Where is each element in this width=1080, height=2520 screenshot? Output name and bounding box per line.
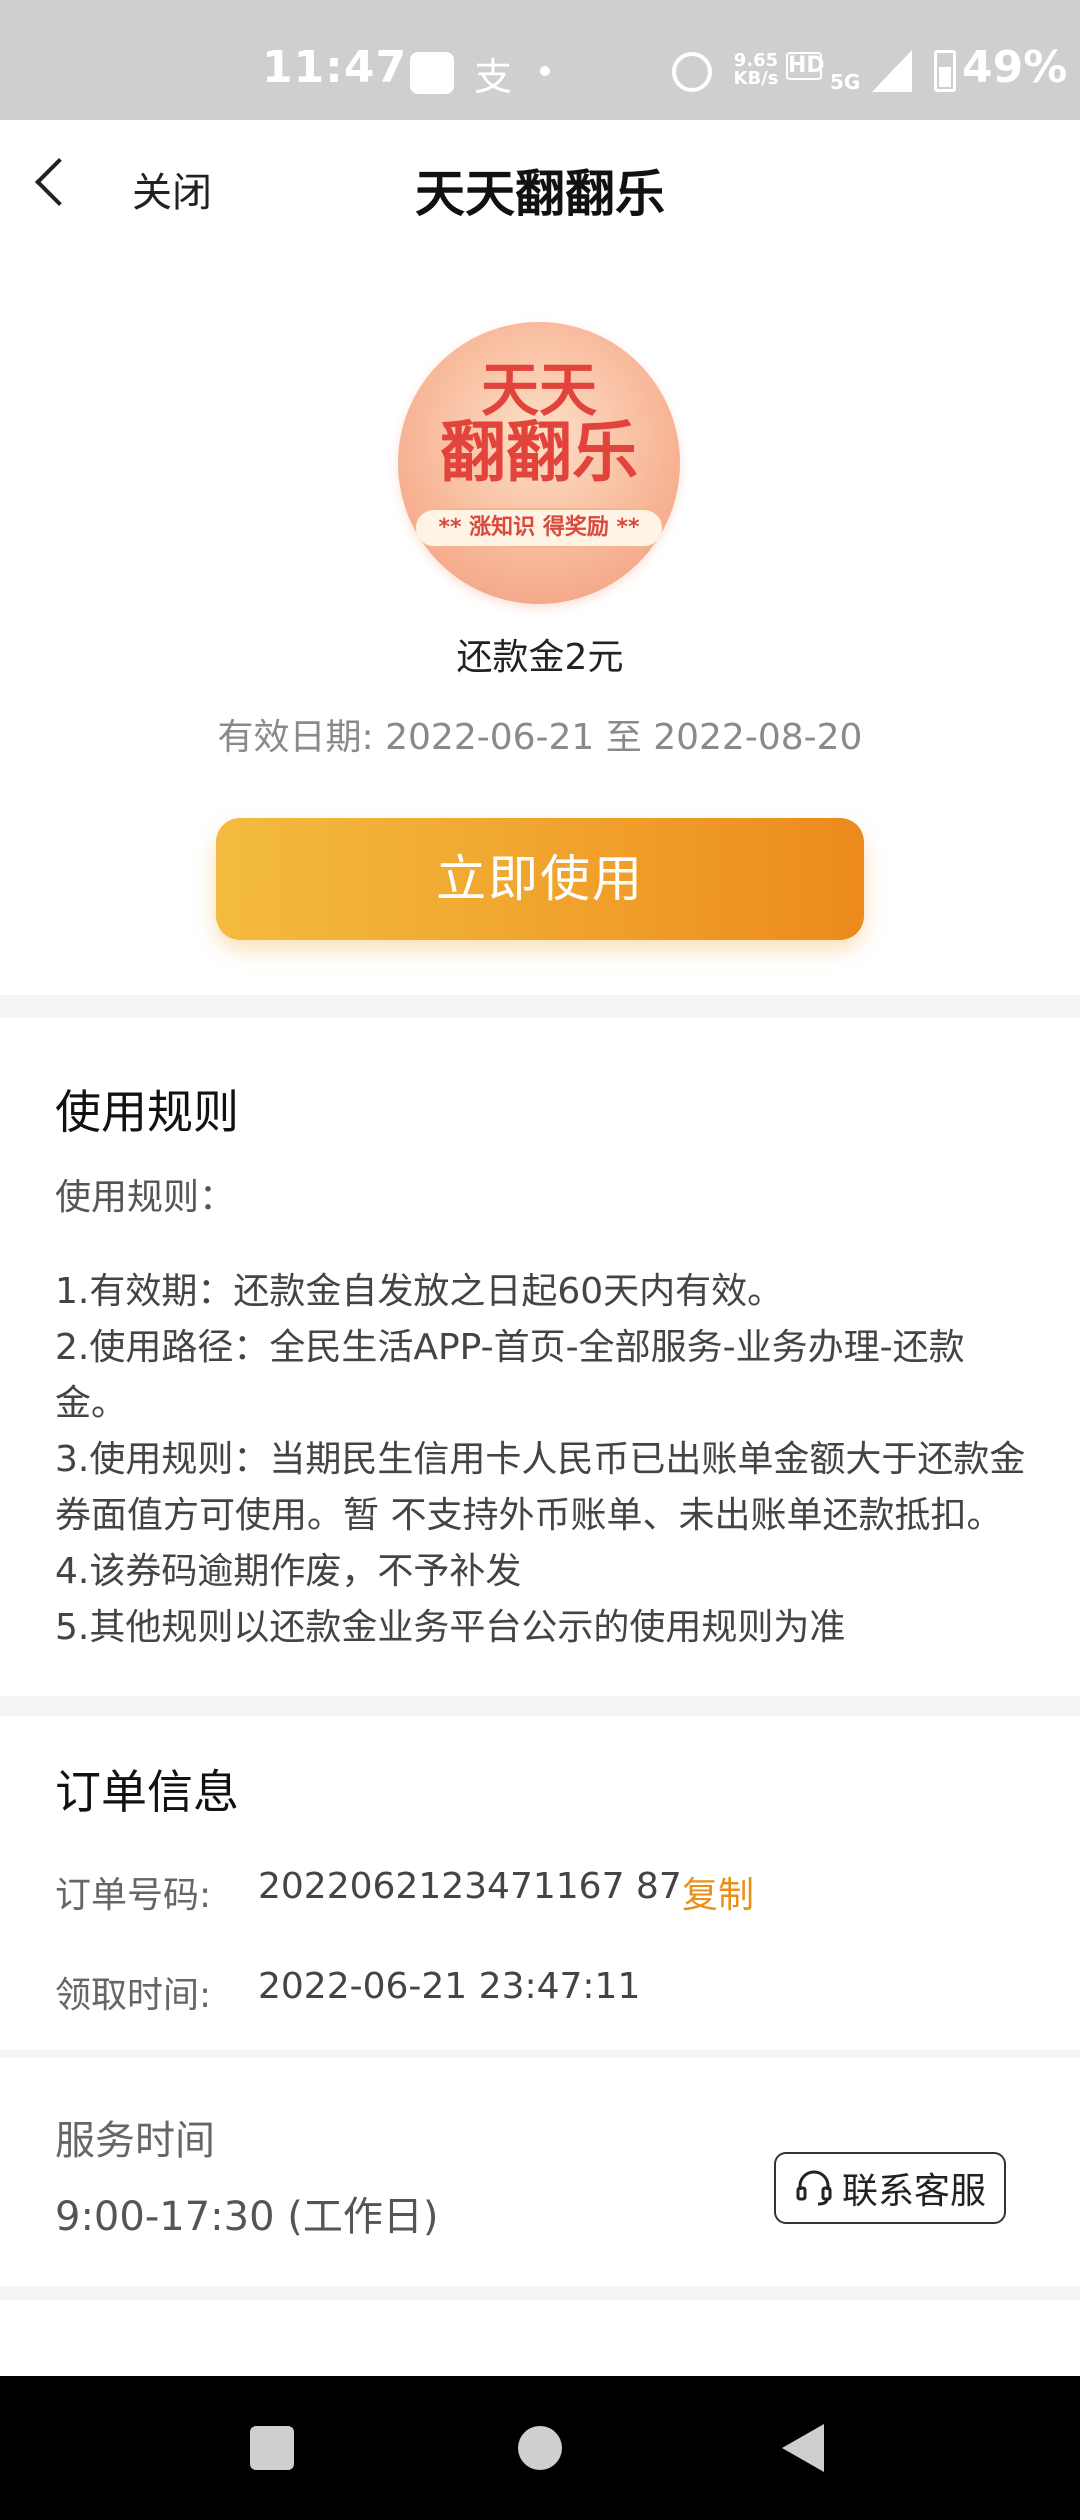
- bottom-spacer: [0, 2300, 1080, 2376]
- more-notifications-dot-icon: [540, 66, 550, 76]
- coupon-name: 还款金2元: [456, 637, 624, 678]
- network-type: 5G: [830, 70, 861, 94]
- use-now-button[interactable]: 立即使用: [216, 818, 864, 940]
- page: 11:47 支 9.65 KB/s HD 5G 49% 关闭 天天翻翻乐 天天 …: [0, 0, 1080, 2520]
- back-icon[interactable]: [782, 2424, 824, 2472]
- order-number-label: 订单号码:: [55, 1875, 212, 1916]
- badge-title-line1: 天天: [480, 356, 597, 424]
- recent-apps-icon[interactable]: [250, 2426, 294, 2470]
- header-nav: 关闭 天天翻翻乐: [0, 120, 1080, 250]
- rule-line: 2.使用路径：全民生活APP-首页-全部服务-业务办理-还款金。: [55, 1327, 965, 1424]
- service-section: 服务时间 9:00-17:30 (工作日) 联系客服: [0, 2058, 1080, 2286]
- notification-app-icon: [410, 52, 454, 94]
- order-info-section: 订单信息 订单号码: 2022062123471167 87 复制 领取时间: …: [0, 1716, 1080, 2050]
- headset-icon: [796, 2170, 832, 2206]
- signal-icon: [872, 50, 912, 92]
- hd-icon: HD: [786, 52, 825, 80]
- rule-line: 3.使用规则：当期民生信用卡人民币已出账单金额大于还款金券面值方可使用。暂 不支…: [55, 1439, 1026, 1592]
- contact-support-label: 联系客服: [841, 2171, 986, 2212]
- rule-line: 5.其他规则以还款金业务平台公示的使用规则为准: [55, 1607, 846, 1648]
- claim-time-label: 领取时间:: [55, 1975, 212, 2016]
- rules-section: 使用规则 使用规则： 1.有效期：还款金自发放之日起60天内有效。 2.使用路径…: [0, 1018, 1080, 1696]
- alipay-icon: 支: [474, 55, 513, 99]
- claim-time-value: 2022-06-21 23:47:11: [258, 1966, 641, 2007]
- rule-line: 1.有效期：还款金自发放之日起60天内有效。: [55, 1271, 784, 1312]
- service-time-label: 服务时间: [55, 2118, 215, 2164]
- battery-percent: 49%: [962, 42, 1068, 93]
- coupon-card: 天天 翻翻乐 ** 涨知识 得奖励 ** 还款金2元 有效日期: 2022-06…: [0, 250, 1080, 995]
- copy-order-number-link[interactable]: 复制: [682, 1866, 754, 1918]
- badge-title-line2: 翻翻乐: [440, 414, 638, 491]
- network-speed: 9.65 KB/s: [733, 50, 779, 89]
- battery-icon: [934, 50, 956, 92]
- service-hours: 9:00-17:30 (工作日): [55, 2194, 439, 2240]
- status-time: 11:47: [262, 42, 408, 93]
- home-icon[interactable]: [518, 2426, 562, 2470]
- system-navigation-bar: [0, 2376, 1080, 2520]
- contact-support-button[interactable]: 联系客服: [774, 2152, 1006, 2224]
- coupon-validity: 有效日期: 2022-06-21 至 2022-08-20: [217, 717, 863, 758]
- alarm-icon: [672, 52, 712, 92]
- rules-title: 使用规则: [55, 1085, 239, 1139]
- rules-subtitle: 使用规则：: [55, 1177, 236, 1218]
- status-bar: 11:47 支 9.65 KB/s HD 5G 49%: [0, 0, 1080, 120]
- rules-body: 1.有效期：还款金自发放之日起60天内有效。 2.使用路径：全民生活APP-首页…: [55, 1264, 1035, 1656]
- order-title: 订单信息: [55, 1765, 239, 1819]
- page-title: 天天翻翻乐: [415, 165, 665, 223]
- coupon-badge-logo: 天天 翻翻乐 ** 涨知识 得奖励 **: [398, 322, 680, 604]
- badge-slogan: ** 涨知识 得奖励 **: [414, 508, 664, 548]
- order-number-value: 2022062123471167 87: [258, 1866, 682, 1907]
